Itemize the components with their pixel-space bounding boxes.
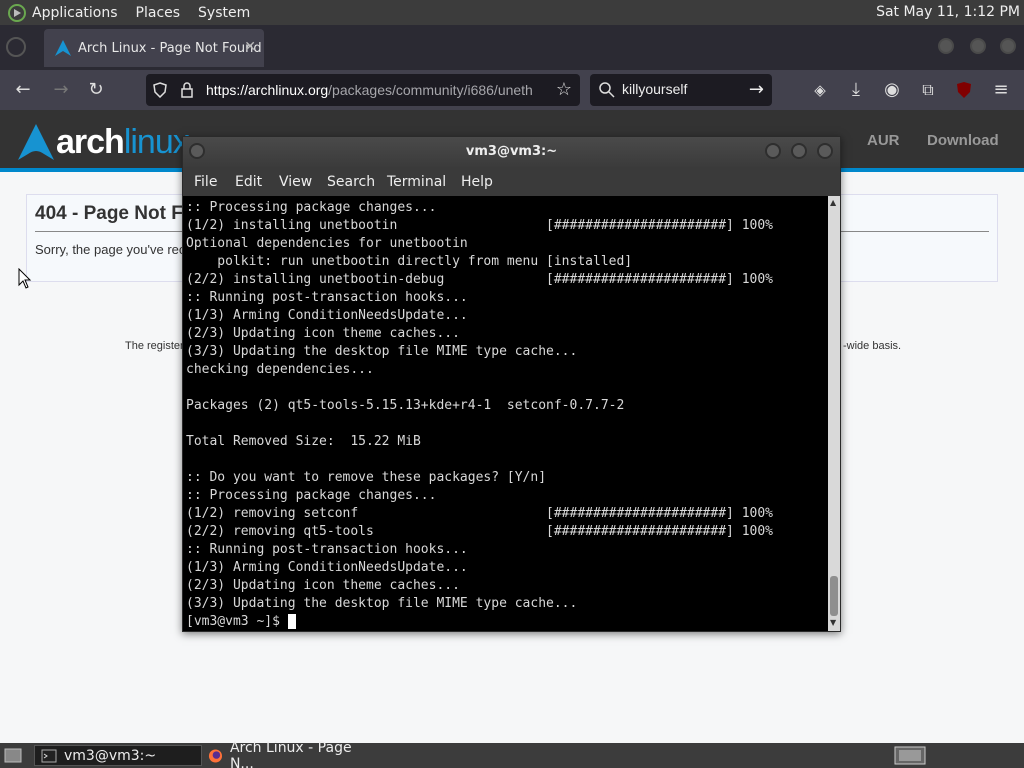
terminal-screen[interactable]: :: Processing package changes...(1/2) in… xyxy=(183,196,828,631)
terminal-window[interactable]: vm3@vm3:~ File Edit View Search Terminal… xyxy=(182,136,841,632)
terminal-menu-edit[interactable]: Edit xyxy=(235,174,262,190)
pocket-icon[interactable]: ◈ xyxy=(809,80,831,102)
distro-logo-icon[interactable] xyxy=(8,3,26,22)
terminal-menubar: File Edit View Search Terminal Help xyxy=(183,167,840,195)
ublock-origin-icon[interactable] xyxy=(956,81,972,99)
text-cursor xyxy=(287,614,296,629)
mouse-pointer-icon xyxy=(18,268,32,289)
terminal-line: (2/3) Updating icon theme caches... xyxy=(186,578,460,593)
forward-icon[interactable]: → xyxy=(50,80,72,102)
terminal-line: (2/3) Updating icon theme caches... xyxy=(186,326,460,341)
terminal-line: Optional dependencies for unetbootin xyxy=(186,236,468,251)
archlinux-logo[interactable]: archlinux xyxy=(16,122,190,162)
terminal-line: (1/2) installing unetbootin [###########… xyxy=(186,218,773,233)
back-icon[interactable]: ← xyxy=(12,80,34,102)
extensions-icon[interactable]: ⧉ xyxy=(917,80,939,102)
page-heading: 404 - Page Not F xyxy=(35,203,183,224)
nav-aur-link[interactable]: AUR xyxy=(867,132,900,149)
terminal-line: checking dependencies... xyxy=(186,362,374,377)
terminal-menu-terminal[interactable]: Terminal xyxy=(387,174,446,190)
close-window-button[interactable] xyxy=(1000,38,1016,54)
terminal-minimize-button[interactable] xyxy=(765,143,781,159)
reload-icon[interactable]: ↻ xyxy=(85,80,107,102)
lock-icon[interactable] xyxy=(180,82,194,98)
tab-arch-linux[interactable]: Arch Linux - Page Not Found ✕ xyxy=(44,29,264,67)
terminal-line: (3/3) Updating the desktop file MIME typ… xyxy=(186,596,578,611)
terminal-line: :: Processing package changes... xyxy=(186,488,437,503)
terminal-titlebar[interactable]: vm3@vm3:~ xyxy=(183,137,840,167)
terminal-line: (3/3) Updating the desktop file MIME typ… xyxy=(186,344,578,359)
terminal-line: (1/3) Arming ConditionNeedsUpdate... xyxy=(186,308,468,323)
search-query: killyourself xyxy=(622,81,688,97)
terminal-menu-view[interactable]: View xyxy=(279,174,312,190)
terminal-line: Packages (2) qt5-tools-5.15.13+kde+r4-1 … xyxy=(186,398,625,413)
search-icon xyxy=(599,82,615,98)
terminal-line: :: Processing package changes... xyxy=(186,200,437,215)
terminal-menu-search[interactable]: Search xyxy=(327,174,375,190)
terminal-line: (2/2) removing qt5-tools [##############… xyxy=(186,524,773,539)
footer-text-left: The register xyxy=(125,340,184,352)
terminal-menu-help[interactable]: Help xyxy=(461,174,493,190)
arch-logo-icon xyxy=(18,124,54,160)
terminal-close-button[interactable] xyxy=(817,143,833,159)
account-icon[interactable]: ◉ xyxy=(881,80,903,102)
brand-linux: linux xyxy=(123,122,190,161)
terminal-line: :: Running post-transaction hooks... xyxy=(186,542,468,557)
terminal-line: polkit: run unetbootin directly from men… xyxy=(186,254,633,269)
arch-favicon-icon xyxy=(55,40,71,56)
bookmark-star-icon[interactable]: ☆ xyxy=(556,79,572,100)
scrollbar-thumb[interactable] xyxy=(830,576,838,616)
terminal-menu-file[interactable]: File xyxy=(194,174,217,190)
maximize-window-button[interactable] xyxy=(970,38,986,54)
terminal-line: (1/3) Arming ConditionNeedsUpdate... xyxy=(186,560,468,575)
terminal-title: vm3@vm3:~ xyxy=(465,144,558,159)
navigation-toolbar: ← → ↻ https://archlinux.org/packages/com… xyxy=(0,70,1024,110)
url-bar[interactable]: https://archlinux.org/packages/community… xyxy=(146,74,580,106)
tab-close-icon[interactable]: ✕ xyxy=(244,39,256,55)
firefox-view-icon[interactable] xyxy=(6,37,26,57)
taskbar-label-terminal: vm3@vm3:~ xyxy=(64,747,157,764)
shield-icon[interactable] xyxy=(152,82,168,98)
menu-icon[interactable]: ≡ xyxy=(990,80,1012,102)
terminal-line: Total Removed Size: 15.22 MiB xyxy=(186,434,421,449)
terminal-line: :: Do you want to remove these packages?… xyxy=(186,470,547,485)
footer-text-right: -wide basis. xyxy=(843,340,902,352)
taskbar-label-firefox: Arch Linux - Page N... xyxy=(229,739,352,768)
terminal-scrollbar[interactable]: ▲ ▼ xyxy=(828,196,840,631)
taskbar-item-firefox[interactable]: Arch Linux - Page N... xyxy=(202,740,370,768)
bottom-panel: vm3@vm3:~ Arch Linux - Page N... xyxy=(0,740,1024,768)
terminal-prompt[interactable]: [vm3@vm3 ~]$ xyxy=(186,613,773,631)
firefox-icon xyxy=(208,748,223,763)
terminal-line: (1/2) removing setconf [################… xyxy=(186,506,773,521)
url-text: https://archlinux.org/packages/community… xyxy=(206,82,533,98)
terminal-maximize-button[interactable] xyxy=(791,143,807,159)
tab-title: Arch Linux - Page Not Found xyxy=(78,40,262,56)
brand-arch: arch xyxy=(56,122,125,161)
clock[interactable]: Sat May 11, 1:12 PM xyxy=(876,4,1020,20)
search-go-icon[interactable]: → xyxy=(749,79,764,100)
top-panel: Applications Places System Sat May 11, 1… xyxy=(0,0,1024,25)
show-desktop-icon[interactable] xyxy=(4,747,22,764)
minimize-window-button[interactable] xyxy=(938,38,954,54)
system-menu[interactable]: System xyxy=(198,5,250,21)
search-bar[interactable]: killyourself → xyxy=(590,74,772,106)
terminal-icon xyxy=(41,749,57,762)
scroll-down-icon[interactable]: ▼ xyxy=(830,618,836,627)
downloads-icon[interactable]: ⤓ xyxy=(845,80,867,102)
places-menu[interactable]: Places xyxy=(136,5,181,21)
terminal-output: :: Processing package changes...(1/2) in… xyxy=(186,199,773,631)
scroll-up-icon[interactable]: ▲ xyxy=(830,198,836,207)
terminal-line: (2/2) installing unetbootin-debug [#####… xyxy=(186,272,773,287)
workspace-switcher-icon[interactable] xyxy=(894,746,926,765)
error-message: Sorry, the page you've rec xyxy=(35,242,186,257)
applications-menu[interactable]: Applications xyxy=(32,5,118,21)
taskbar-item-terminal[interactable]: vm3@vm3:~ xyxy=(34,745,202,766)
terminal-line: :: Running post-transaction hooks... xyxy=(186,290,468,305)
nav-download-link[interactable]: Download xyxy=(927,132,999,149)
